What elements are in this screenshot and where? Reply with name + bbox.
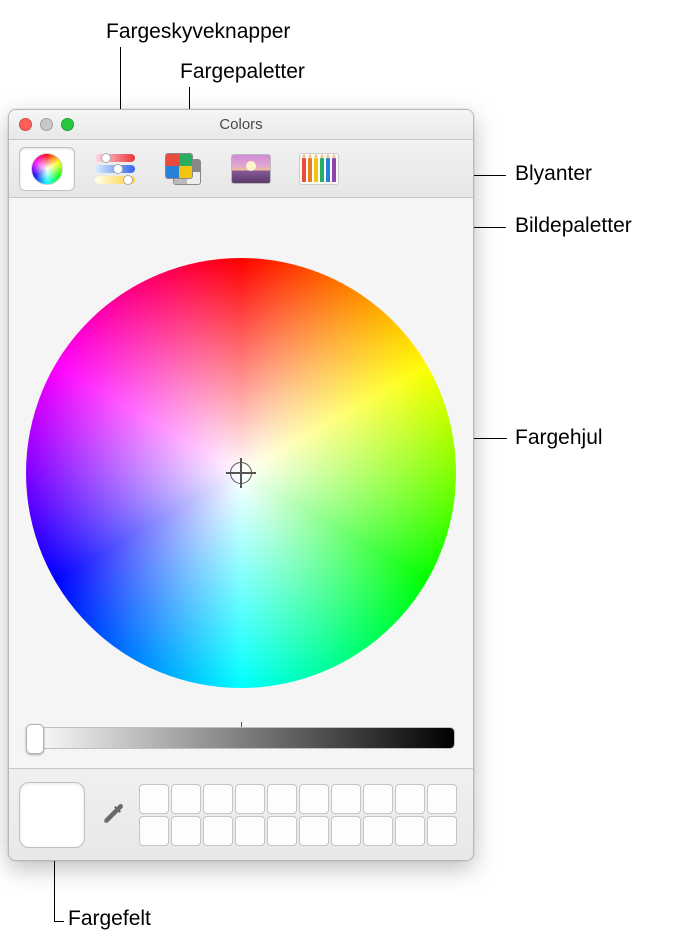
callout-palettes: Fargepaletter [180, 60, 305, 84]
minimize-button[interactable] [40, 118, 53, 131]
swatch-cell[interactable] [299, 784, 329, 814]
eyedropper-button[interactable] [95, 798, 129, 832]
pencils-icon [299, 153, 339, 185]
swatch-cell[interactable] [139, 784, 169, 814]
callout-line [54, 921, 64, 922]
swatch-cell[interactable] [363, 816, 393, 846]
sliders-icon [95, 154, 135, 184]
swatch-cell[interactable] [395, 784, 425, 814]
callout-color-wheel: Fargehjul [515, 426, 603, 450]
color-palettes-tab[interactable] [155, 147, 211, 191]
pencils-tab[interactable] [291, 147, 347, 191]
color-wheel-icon [31, 153, 63, 185]
bottom-bar [9, 768, 473, 860]
swatch-cell[interactable] [235, 784, 265, 814]
color-wheel-area [9, 198, 473, 768]
swatch-cell[interactable] [331, 816, 361, 846]
color-wheel-tab[interactable] [19, 147, 75, 191]
callout-image-palettes: Bildepaletter [515, 214, 632, 238]
swatch-cell[interactable] [203, 816, 233, 846]
palettes-icon [165, 153, 201, 185]
brightness-thumb[interactable] [26, 724, 44, 754]
picker-toolbar [9, 140, 473, 198]
image-palettes-tab[interactable] [223, 147, 279, 191]
callout-pencils: Blyanter [515, 162, 592, 186]
swatch-cell[interactable] [267, 816, 297, 846]
color-wheel-cursor [230, 462, 252, 484]
swatch-cell[interactable] [331, 784, 361, 814]
zoom-button[interactable] [61, 118, 74, 131]
eyedropper-icon [99, 802, 125, 828]
titlebar: Colors [9, 110, 473, 140]
close-button[interactable] [19, 118, 32, 131]
swatch-grid [139, 784, 457, 846]
swatch-cell[interactable] [203, 784, 233, 814]
swatch-cell[interactable] [267, 784, 297, 814]
brightness-center-tick [241, 722, 242, 727]
color-sliders-tab[interactable] [87, 147, 143, 191]
color-well[interactable] [19, 782, 85, 848]
window-title: Colors [9, 116, 473, 133]
swatch-cell[interactable] [171, 784, 201, 814]
swatch-cell[interactable] [299, 816, 329, 846]
swatch-cell[interactable] [395, 816, 425, 846]
swatch-cell[interactable] [171, 816, 201, 846]
callout-color-well: Fargefelt [68, 907, 151, 931]
brightness-slider[interactable] [27, 724, 455, 752]
brightness-track [27, 727, 455, 749]
swatch-cell[interactable] [427, 784, 457, 814]
colors-window: Colors [8, 109, 474, 861]
swatch-cell[interactable] [427, 816, 457, 846]
swatch-cell[interactable] [139, 816, 169, 846]
swatch-cell[interactable] [363, 784, 393, 814]
callout-sliders: Fargeskyveknapper [106, 20, 290, 44]
window-controls [19, 118, 74, 131]
swatch-cell[interactable] [235, 816, 265, 846]
color-wheel[interactable] [26, 258, 456, 688]
image-palette-icon [231, 154, 271, 184]
